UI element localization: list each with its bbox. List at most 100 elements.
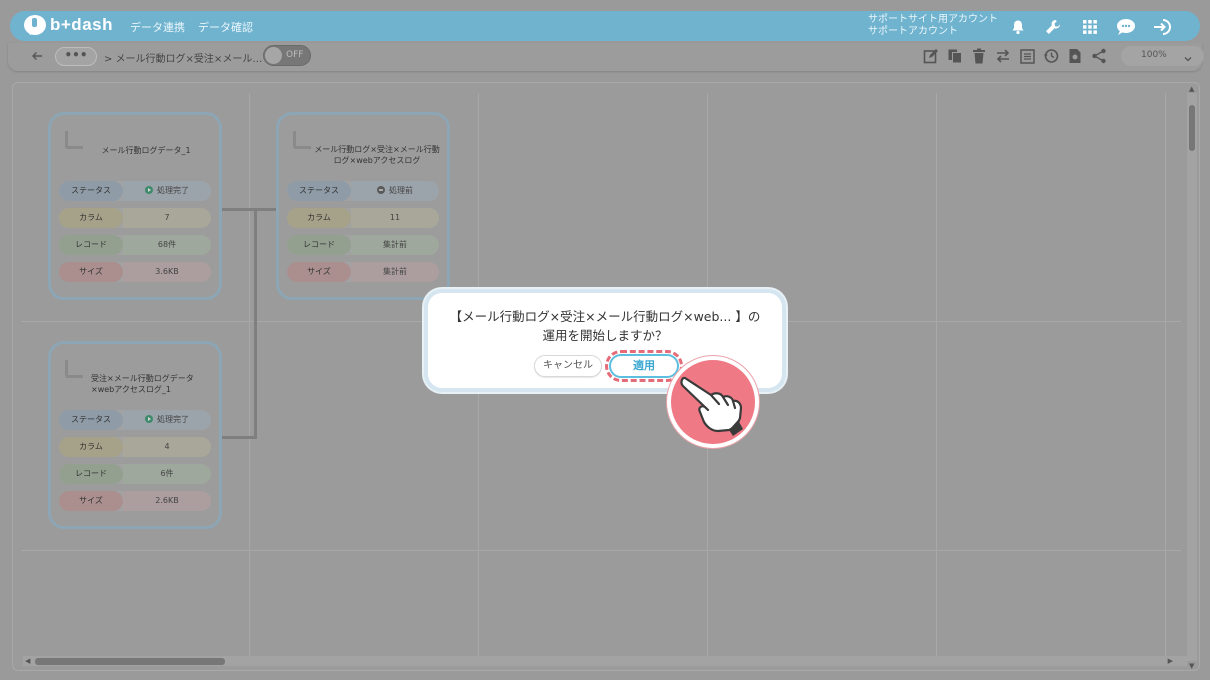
account-line-2: サポートアカウント: [868, 26, 958, 37]
row-value: 4: [123, 437, 211, 457]
scroll-up-icon[interactable]: ▲: [1189, 85, 1194, 93]
nav-data-check[interactable]: データ確認: [198, 19, 253, 35]
row-value: 7: [123, 208, 211, 228]
connector-line: [222, 208, 276, 211]
row-value: 処理前: [351, 181, 439, 201]
zoom-select[interactable]: 100%: [1121, 46, 1204, 66]
operation-toggle[interactable]: OFF: [263, 45, 311, 66]
apply-button[interactable]: 適用: [609, 354, 679, 378]
account-line-1: サポートサイト用アカウント: [868, 14, 998, 25]
swap-icon[interactable]: [994, 47, 1012, 65]
cancel-button[interactable]: キャンセル: [534, 355, 602, 377]
node-card[interactable]: メール行動ログデータ_1 ステータス 処理完了 カラム 7 レコード 68件 サ…: [48, 112, 222, 300]
status-row: ステータス 処理前: [287, 181, 439, 201]
row-label: レコード: [59, 464, 123, 484]
record-row: レコード 6件: [59, 464, 211, 484]
flow-toolbar: ••• > メール行動ログ×受注×メール… OFF 100%: [8, 43, 1204, 71]
row-value: 6件: [123, 464, 211, 484]
row-value: 処理完了: [123, 181, 211, 201]
row-value: 11: [351, 208, 439, 228]
toggle-label: OFF: [286, 50, 304, 60]
record-row: レコード 68件: [59, 235, 211, 255]
app-header: b+dash データ連携 データ確認 サポートサイト用アカウント サポートアカウ…: [10, 11, 1200, 41]
row-label: ステータス: [59, 181, 123, 201]
size-row: サイズ 3.6KB: [59, 262, 211, 282]
row-label: サイズ: [59, 262, 123, 282]
node-card[interactable]: 受注×メール行動ログデータ×webアクセスログ_1 ステータス 処理完了 カラム…: [48, 341, 222, 529]
wrench-icon[interactable]: [1043, 17, 1063, 37]
status-value: 処理完了: [157, 415, 189, 424]
node-corner-icon: [65, 360, 83, 378]
grid-line: [936, 93, 937, 663]
row-label: サイズ: [59, 491, 123, 511]
play-icon: [145, 415, 153, 423]
vertical-scrollbar[interactable]: ▲ ▼: [1187, 85, 1197, 670]
status-row: ステータス 処理完了: [59, 410, 211, 430]
dialog-message-line-2: 運用を開始しますか？: [542, 328, 668, 343]
size-row: サイズ 2.6KB: [59, 491, 211, 511]
chevron-down-icon: [1183, 49, 1193, 68]
zoom-value: 100%: [1141, 50, 1167, 60]
logout-icon[interactable]: [1152, 17, 1172, 37]
row-label: カラム: [287, 208, 351, 228]
toggle-knob: [265, 47, 282, 64]
row-value: 2.6KB: [123, 491, 211, 511]
row-label: ステータス: [287, 181, 351, 201]
scroll-left-icon[interactable]: ◀: [25, 657, 30, 665]
vertical-scroll-thumb[interactable]: [1189, 105, 1195, 151]
record-row: レコード 集計前: [287, 235, 439, 255]
node-title: メール行動ログ×受注×メール行動ログ×webアクセスログ: [314, 145, 440, 165]
column-row: カラム 4: [59, 437, 211, 457]
export-icon[interactable]: [1066, 47, 1084, 65]
grid-line: [21, 550, 1181, 551]
row-value: 68件: [123, 235, 211, 255]
breadcrumb-more-button[interactable]: •••: [55, 47, 97, 66]
history-icon[interactable]: [1042, 47, 1060, 65]
row-value: 集計前: [351, 235, 439, 255]
node-card[interactable]: メール行動ログ×受注×メール行動ログ×webアクセスログ ステータス 処理前 カ…: [276, 112, 450, 300]
logo-bubble-icon: [24, 15, 46, 35]
scroll-down-icon[interactable]: ▼: [1189, 662, 1194, 670]
row-label: レコード: [59, 235, 123, 255]
pointing-hand-icon: [667, 356, 759, 448]
column-row: カラム 11: [287, 208, 439, 228]
horizontal-scroll-thumb[interactable]: [35, 658, 225, 665]
status-value: 処理完了: [157, 186, 189, 195]
node-title: 受注×メール行動ログデータ×webアクセスログ_1: [91, 374, 194, 394]
dialog-message-line-1: 【メール行動ログ×受注×メール行動ログ×web... 】の: [449, 309, 761, 324]
edit-icon[interactable]: [922, 47, 940, 65]
connector-line: [222, 436, 257, 439]
back-arrow-icon[interactable]: [30, 48, 46, 64]
connector-line: [254, 208, 257, 438]
account-info[interactable]: サポートサイト用アカウント サポートアカウント: [868, 14, 998, 38]
minus-icon: [377, 186, 385, 194]
play-icon: [145, 186, 153, 194]
row-label: レコード: [287, 235, 351, 255]
row-value: 処理完了: [123, 410, 211, 430]
grid-line: [249, 93, 250, 663]
column-row: カラム 7: [59, 208, 211, 228]
share-icon[interactable]: [1090, 47, 1108, 65]
bell-icon[interactable]: [1008, 17, 1028, 37]
trash-icon[interactable]: [970, 47, 988, 65]
grid-icon[interactable]: [1080, 17, 1100, 37]
grid-line: [1165, 93, 1166, 663]
size-row: サイズ 集計前: [287, 262, 439, 282]
horizontal-scrollbar[interactable]: ◀ ▶: [23, 656, 1187, 666]
row-label: カラム: [59, 208, 123, 228]
row-label: サイズ: [287, 262, 351, 282]
row-value: 集計前: [351, 262, 439, 282]
node-corner-icon: [293, 131, 311, 149]
logo-text: b+dash: [50, 15, 113, 34]
list-icon[interactable]: [1018, 47, 1036, 65]
status-value: 処理前: [389, 186, 413, 195]
breadcrumb[interactable]: > メール行動ログ×受注×メール…: [104, 50, 262, 65]
nav-data-integration[interactable]: データ連携: [130, 19, 185, 35]
copy-icon[interactable]: [946, 47, 964, 65]
scroll-right-icon[interactable]: ▶: [1168, 657, 1173, 665]
row-label: ステータス: [59, 410, 123, 430]
row-value: 3.6KB: [123, 262, 211, 282]
app-logo[interactable]: b+dash: [24, 15, 113, 35]
node-title: メール行動ログデータ_1: [101, 146, 191, 155]
chat-icon[interactable]: [1116, 17, 1136, 37]
